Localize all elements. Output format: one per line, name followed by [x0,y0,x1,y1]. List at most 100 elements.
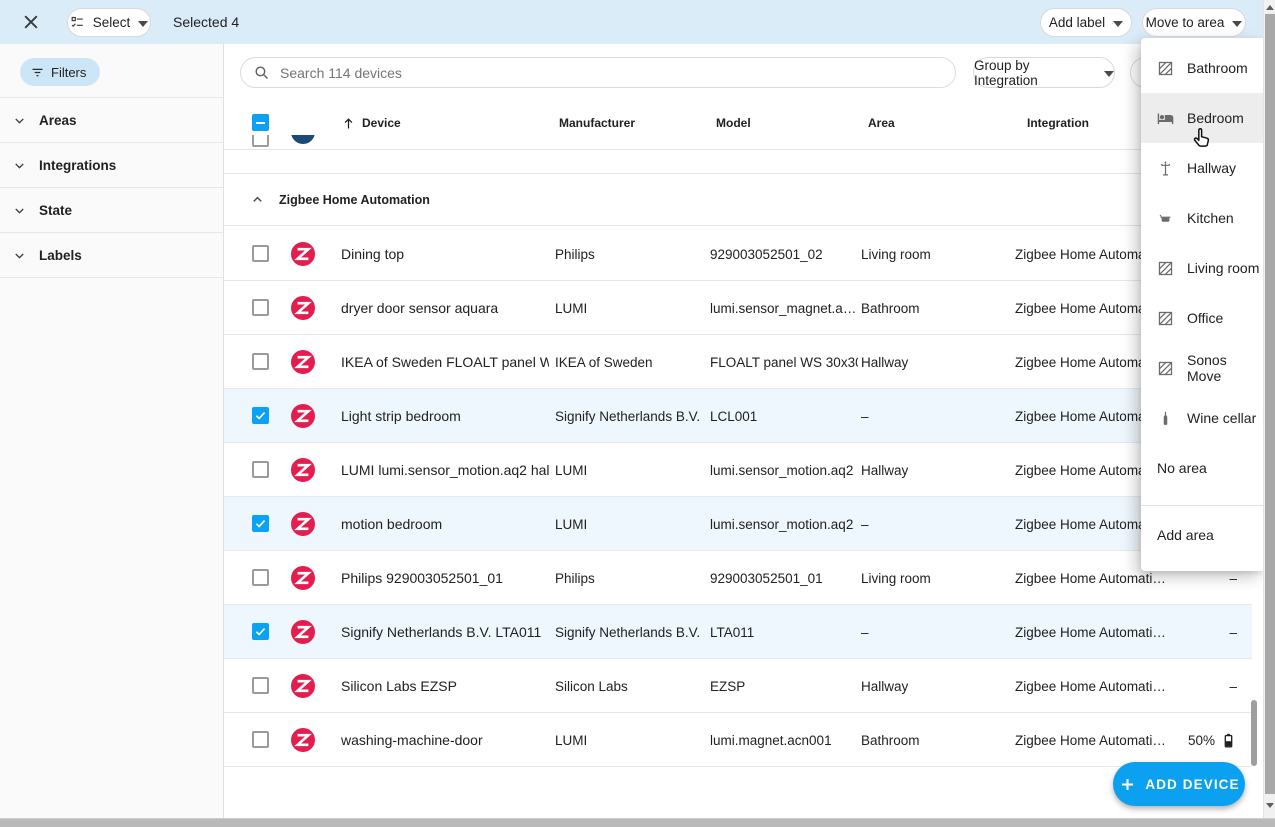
sidebar-item-labels[interactable]: Labels [0,233,223,278]
table-row[interactable]: dryer door sensor aquara LUMI lumi.senso… [224,281,1252,335]
battery-cell: 50% [1188,713,1237,767]
menu-item-wine-cellar[interactable]: Wine cellar [1141,393,1263,443]
row-checkbox[interactable] [252,353,269,370]
sidebar-item-areas[interactable]: Areas [0,98,223,143]
manufacturer-cell: Philips [555,227,705,281]
device-name-cell: dryer door sensor aquara [341,281,549,335]
row-checkbox[interactable] [252,623,269,640]
menu-item-label: Bathroom [1187,60,1248,76]
area-cell: Hallway [861,335,981,389]
manufacturer-cell: Signify Netherlands B.V. [555,389,705,443]
model-cell: 929003052501_01 [710,551,858,605]
battery-value: – [1229,571,1237,586]
add-label-button[interactable]: Add label [1040,8,1132,37]
menu-item-sonos-move[interactable]: Sonos Move [1141,343,1263,393]
row-checkbox[interactable] [252,407,269,424]
sidebar-item-label: State [39,203,72,218]
manufacturer-cell: Signify Netherlands B.V. [555,605,705,659]
horizontal-scrollbar[interactable] [0,818,1275,827]
select-all-checkbox[interactable] [252,114,269,131]
row-checkbox[interactable] [252,299,269,316]
close-icon[interactable] [21,12,41,32]
menu-item-bedroom[interactable]: Bedroom [1141,93,1263,143]
sidebar-item-label: Labels [39,248,82,263]
group-header-zha[interactable]: Zigbee Home Automation [224,173,1252,226]
column-integration-label: Integration [1027,116,1089,130]
filters-button[interactable]: Filters [20,58,100,86]
sidebar-item-label: Integrations [39,158,116,173]
zigbee-icon [291,242,315,266]
device-name-cell: Light strip bedroom [341,389,549,443]
select-label: Select [93,15,131,30]
row-checkbox[interactable] [252,677,269,694]
menu-item-label: Bedroom [1187,110,1244,126]
sort-arrow-up-icon [341,116,356,131]
menu-item-label: Office [1187,310,1223,326]
scroll-up-arrow[interactable] [1266,5,1274,10]
table-row[interactable]: Silicon Labs EZSP Silicon Labs EZSP Hall… [224,659,1252,713]
cooking-pot-icon [1157,210,1174,227]
chevron-down-icon [1104,65,1114,80]
menu-item-bathroom[interactable]: Bathroom [1141,43,1263,93]
row-checkbox[interactable] [252,461,269,478]
group-by-button[interactable]: Group by Integration [973,57,1115,88]
table-row[interactable]: LUMI lumi.sensor_motion.aq2 hallway LUMI… [224,443,1252,497]
sidebar-item-state[interactable]: State [0,188,223,233]
zigbee-icon [291,566,315,590]
menu-item-office[interactable]: Office [1141,293,1263,343]
manufacturer-cell: Philips [555,551,705,605]
area-cell: Hallway [861,659,981,713]
vertical-scrollbar[interactable] [1263,0,1275,818]
device-name-cell: washing-machine-door [341,713,549,767]
add-device-button[interactable]: ADD DEVICE [1113,762,1245,806]
row-checkbox[interactable] [252,569,269,586]
integration-cell: Zigbee Home Automati… [1015,713,1215,767]
model-cell: lumi.sensor_motion.aq2 [710,497,858,551]
menu-item-kitchen[interactable]: Kitchen [1141,193,1263,243]
search-field[interactable] [240,57,956,88]
menu-item-no-area[interactable]: No area [1141,443,1263,493]
menu-item-label: Add area [1157,527,1214,543]
partial-table-row[interactable] [224,135,1252,150]
select-mode-button[interactable]: Select [67,8,151,37]
zigbee-icon [291,404,315,428]
model-cell: LTA011 [710,605,858,659]
table-row[interactable]: Philips 929003052501_01 Philips 92900305… [224,551,1252,605]
bed-icon [1157,110,1174,127]
table-row[interactable]: Light strip bedroom Signify Netherlands … [224,389,1252,443]
menu-item-hallway[interactable]: Hallway [1141,143,1263,193]
chevron-down-icon [12,248,27,263]
search-input[interactable] [278,64,943,82]
row-checkbox[interactable] [252,245,269,262]
model-cell: lumi.magnet.acn001 [710,713,858,767]
move-to-area-button[interactable]: Move to area [1142,8,1246,37]
menu-item-label: Wine cellar [1187,410,1256,426]
table-scrollbar-thumb[interactable] [1251,700,1257,766]
manufacturer-cell: Silicon Labs [555,659,705,713]
battery-cell: – [1229,659,1237,713]
menu-item-add-area[interactable]: Add area [1141,510,1263,560]
integration-cell: Zigbee Home Automati… [1015,659,1215,713]
zigbee-icon [291,350,315,374]
vertical-scrollbar-thumb[interactable] [1265,14,1275,794]
integration-logo-partial [291,135,315,144]
menu-item-label: No area [1157,460,1207,476]
row-checkbox[interactable] [252,515,269,532]
area-cell: – [861,389,981,443]
menu-item-label: Sonos Move [1187,352,1263,384]
row-checkbox[interactable] [252,731,269,748]
chevron-down-icon [12,158,27,173]
menu-item-living-room[interactable]: Living room [1141,243,1263,293]
move-to-area-text: Move to area [1146,15,1225,30]
table-row[interactable]: washing-machine-door LUMI lumi.magnet.ac… [224,713,1252,767]
sidebar-item-integrations[interactable]: Integrations [0,143,223,188]
scroll-down-arrow[interactable] [1266,803,1274,808]
table-row[interactable]: IKEA of Sweden FLOALT panel WS IKEA of S… [224,335,1252,389]
selected-count: Selected 4 [173,0,239,44]
area-cell: Living room [861,227,981,281]
row-checkbox[interactable] [252,135,269,147]
table-row[interactable]: Signify Netherlands B.V. LTA011 Signify … [224,605,1252,659]
table-row[interactable]: Dining top Philips 929003052501_02 Livin… [224,227,1252,281]
model-cell: 929003052501_02 [710,227,858,281]
table-row[interactable]: motion bedroom LUMI lumi.sensor_motion.a… [224,497,1252,551]
